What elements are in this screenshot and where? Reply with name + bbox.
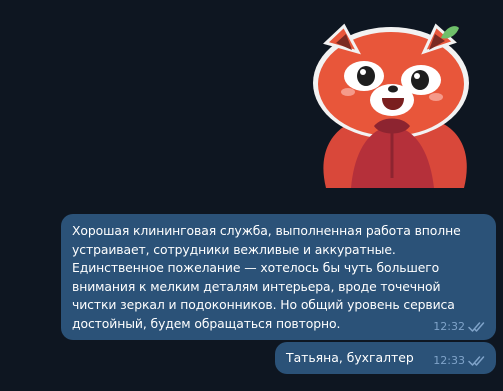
double-check-icon xyxy=(468,321,486,333)
red-panda-sticker[interactable] xyxy=(296,18,486,188)
message-time: 12:32 xyxy=(433,320,465,333)
double-check-icon xyxy=(468,355,486,367)
message-time: 12:33 xyxy=(433,354,465,367)
chat-area: Хорошая клининговая служба, выполненная … xyxy=(0,0,503,391)
message-meta: 12:33 xyxy=(433,355,486,367)
message-bubble[interactable]: Татьяна, бухгалтер 12:33 xyxy=(275,342,496,374)
message-meta: 12:32 xyxy=(433,321,486,333)
message-text: Хорошая клининговая служба, выполненная … xyxy=(72,223,461,331)
message-bubble[interactable]: Хорошая клининговая служба, выполненная … xyxy=(61,214,496,340)
